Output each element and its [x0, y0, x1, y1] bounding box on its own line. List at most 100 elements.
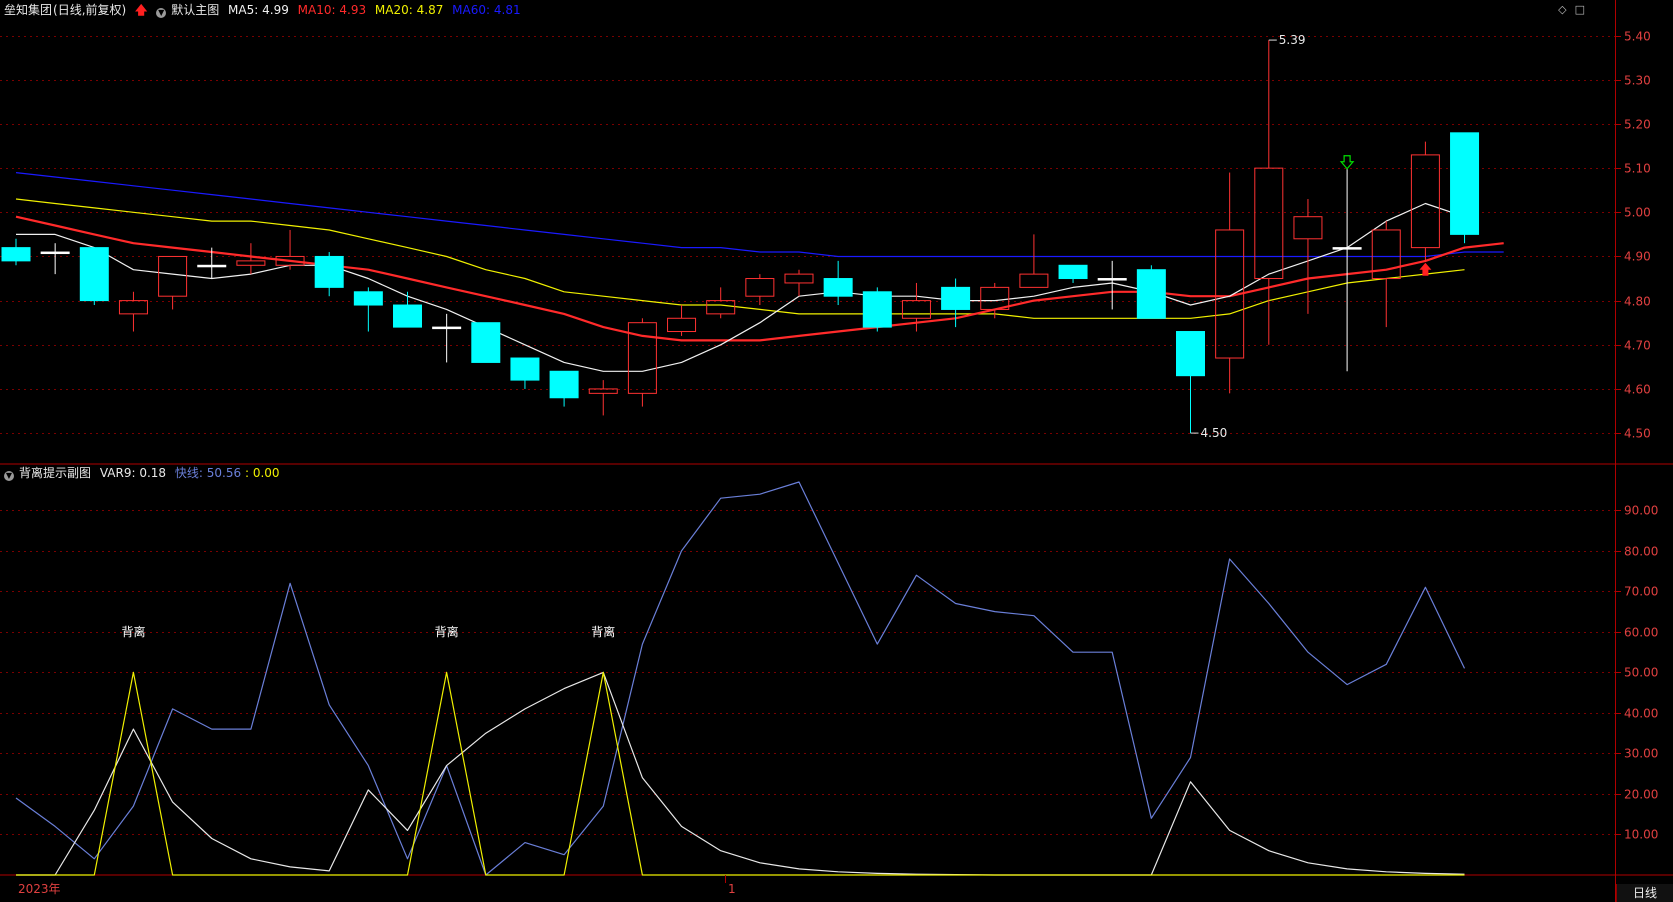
candle-body: [1097, 278, 1127, 281]
square-icon[interactable]: □: [1575, 3, 1585, 16]
candle: [471, 322, 501, 363]
candle: [314, 252, 344, 297]
extreme-price-label: 4.50: [1201, 426, 1228, 440]
candle: [1019, 234, 1049, 288]
candle-body: [353, 291, 383, 306]
var9-line: [16, 671, 1465, 876]
candle-body: [706, 300, 736, 315]
indicator-tick-label: 70.00: [1624, 585, 1658, 599]
divergence-label: 背离: [435, 624, 459, 639]
candle: [784, 269, 814, 297]
chevron-down-icon[interactable]: ▼: [4, 471, 14, 481]
ma5-line: [16, 202, 1465, 372]
candle-body: [79, 247, 109, 302]
candle: [353, 287, 383, 332]
candle-body: [549, 370, 579, 399]
yellow-signal-line: [16, 671, 1465, 876]
price-tick-label: 4.80: [1624, 295, 1651, 309]
extreme-price-label: 5.39: [1279, 33, 1306, 47]
price-tick-label: 5.20: [1624, 118, 1651, 132]
var9-label: VAR9: 0.18: [99, 466, 167, 480]
price-tick-label: 4.70: [1624, 339, 1651, 353]
candle: [1176, 331, 1205, 434]
candle-body: [393, 304, 422, 328]
top-right-icons: ◇ □: [1550, 3, 1585, 16]
stock-name[interactable]: 垒知集团: [4, 3, 52, 17]
price-tick-label: 4.60: [1624, 383, 1651, 397]
indicator-tick-label: 40.00: [1624, 707, 1658, 721]
candle-body: [862, 291, 892, 328]
indicator-tick-label: 10.00: [1624, 828, 1658, 842]
candle-body: [471, 322, 501, 363]
time-axis-year-label: 2023年: [18, 882, 61, 896]
indicator-tick-label: 20.00: [1624, 788, 1658, 802]
candle-body: [784, 273, 814, 284]
candle-body: [1, 247, 31, 262]
candle: [823, 260, 853, 306]
ma60-line: [15, 172, 1504, 258]
up-arrow-icon: 🡅: [135, 3, 148, 17]
sub-chart-header: ▼ 背离提示副图 VAR9: 0.18 快线: 50.56 : 0.00: [4, 466, 285, 481]
candle-body: [1332, 247, 1362, 250]
indicator-tick-label: 50.00: [1624, 666, 1658, 680]
candle-body: [1136, 269, 1166, 319]
ma20-label: MA20: 4.87: [374, 3, 444, 17]
price-tick-label: 4.50: [1624, 427, 1651, 441]
candle-body: [432, 326, 462, 330]
ma5-label: MA5: 4.99: [228, 3, 289, 17]
candle-body: [1254, 167, 1284, 280]
ma20-line: [15, 198, 1465, 319]
chart-canvas: 5.40 5.30 5.20 5.10 5.00 4.90 4.80 4.70 4.60 4.50…: [0, 0, 1673, 902]
diamond-icon[interactable]: ◇: [1558, 3, 1566, 16]
candle: [627, 318, 657, 407]
candle: [1332, 168, 1362, 372]
candle: [432, 313, 462, 363]
down-arrow-icon: [1339, 155, 1355, 170]
candle-body: [510, 357, 540, 381]
candle-body: [1176, 331, 1205, 377]
price-tick-label: 5.40: [1624, 30, 1651, 44]
fast-line: [15, 481, 1466, 876]
indicator-tick-label: 90.00: [1624, 504, 1658, 518]
candle-body: [197, 264, 227, 268]
candle: [1254, 40, 1284, 345]
candle-body: [901, 300, 931, 319]
candle: [1, 238, 31, 266]
indicator-tick-label: 30.00: [1624, 747, 1658, 761]
candle-body: [745, 278, 775, 297]
sub-chart-title[interactable]: 背离提示副图: [19, 466, 91, 480]
indicator-tick-label: 60.00: [1624, 626, 1658, 640]
candle: [549, 370, 579, 407]
candle-body: [118, 300, 148, 315]
candle: [118, 291, 148, 332]
divergence-label: 背离: [591, 624, 615, 639]
indicator-tick-label: 80.00: [1624, 545, 1658, 559]
candle: [79, 247, 109, 306]
chart-mode: (日线,前复权): [53, 3, 127, 17]
price-tick-label: 5.30: [1624, 74, 1651, 88]
candle: [667, 305, 697, 336]
candle: [1136, 265, 1166, 319]
period-tab[interactable]: 日线: [1616, 884, 1673, 902]
candle-body: [823, 278, 853, 297]
candle-body: [941, 286, 971, 310]
candle: [862, 287, 892, 332]
candle-body: [314, 255, 344, 288]
candle: [510, 357, 540, 389]
candle: [1410, 141, 1440, 261]
chevron-down-icon[interactable]: ▼: [156, 8, 167, 18]
candle: [1215, 172, 1245, 394]
candle-body: [236, 260, 266, 266]
price-tick-label: 4.90: [1624, 250, 1651, 264]
candle-body: [1293, 216, 1323, 240]
template-name[interactable]: 默认主图: [171, 3, 219, 17]
main-chart-header: 垒知集团(日线,前复权) 🡅 ▼ 默认主图 MA5: 4.99 MA10: 4.9…: [4, 3, 526, 18]
candle: [1450, 132, 1480, 244]
candle: [588, 380, 618, 416]
candle-body: [1058, 264, 1088, 280]
candle: [393, 291, 422, 328]
candle: [275, 229, 305, 270]
candle: [745, 274, 775, 306]
candle: [706, 287, 736, 319]
candle: [40, 243, 70, 275]
